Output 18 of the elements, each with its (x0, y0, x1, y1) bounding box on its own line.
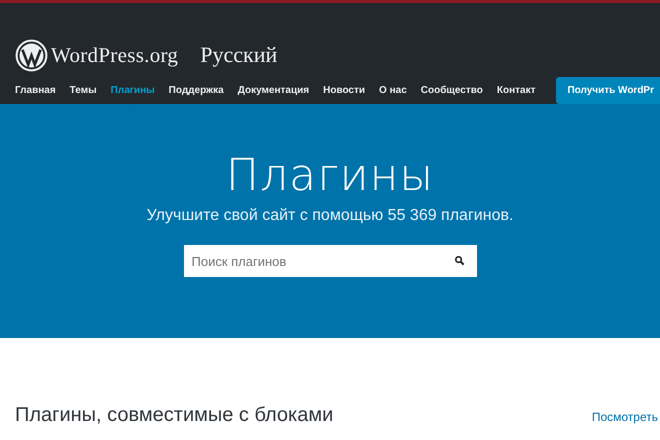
nav-link[interactable]: Темы (70, 84, 97, 96)
hero-subtitle: Улучшите свой сайт с помощью 55 369 плагинов. (146, 207, 514, 225)
nav-link[interactable]: Главная (15, 84, 56, 96)
nav-link[interactable]: Документация (238, 84, 310, 96)
search-field[interactable]: Поиск плагинов (184, 245, 476, 277)
locale-title: Русский (200, 42, 278, 68)
nav-link[interactable]: О нас (379, 84, 407, 96)
nav-link[interactable]: Поддержка (168, 84, 224, 96)
nav-link[interactable]: Контакт (496, 84, 536, 96)
nav-link[interactable]: Новости (323, 84, 366, 96)
search-icon[interactable] (454, 255, 464, 266)
site-logo-text[interactable]: WordPress.org (51, 42, 178, 68)
get-wordpress-button[interactable]: Получить WordPr (556, 76, 660, 104)
nav-link[interactable]: Сообщество (420, 84, 483, 96)
section-heading: Плагины, совместимые с блоками (15, 404, 334, 427)
see-all-link[interactable]: Посмотреть (592, 410, 660, 424)
wordpress-logo-icon[interactable] (15, 38, 48, 72)
page-title: Плагины (226, 150, 434, 201)
